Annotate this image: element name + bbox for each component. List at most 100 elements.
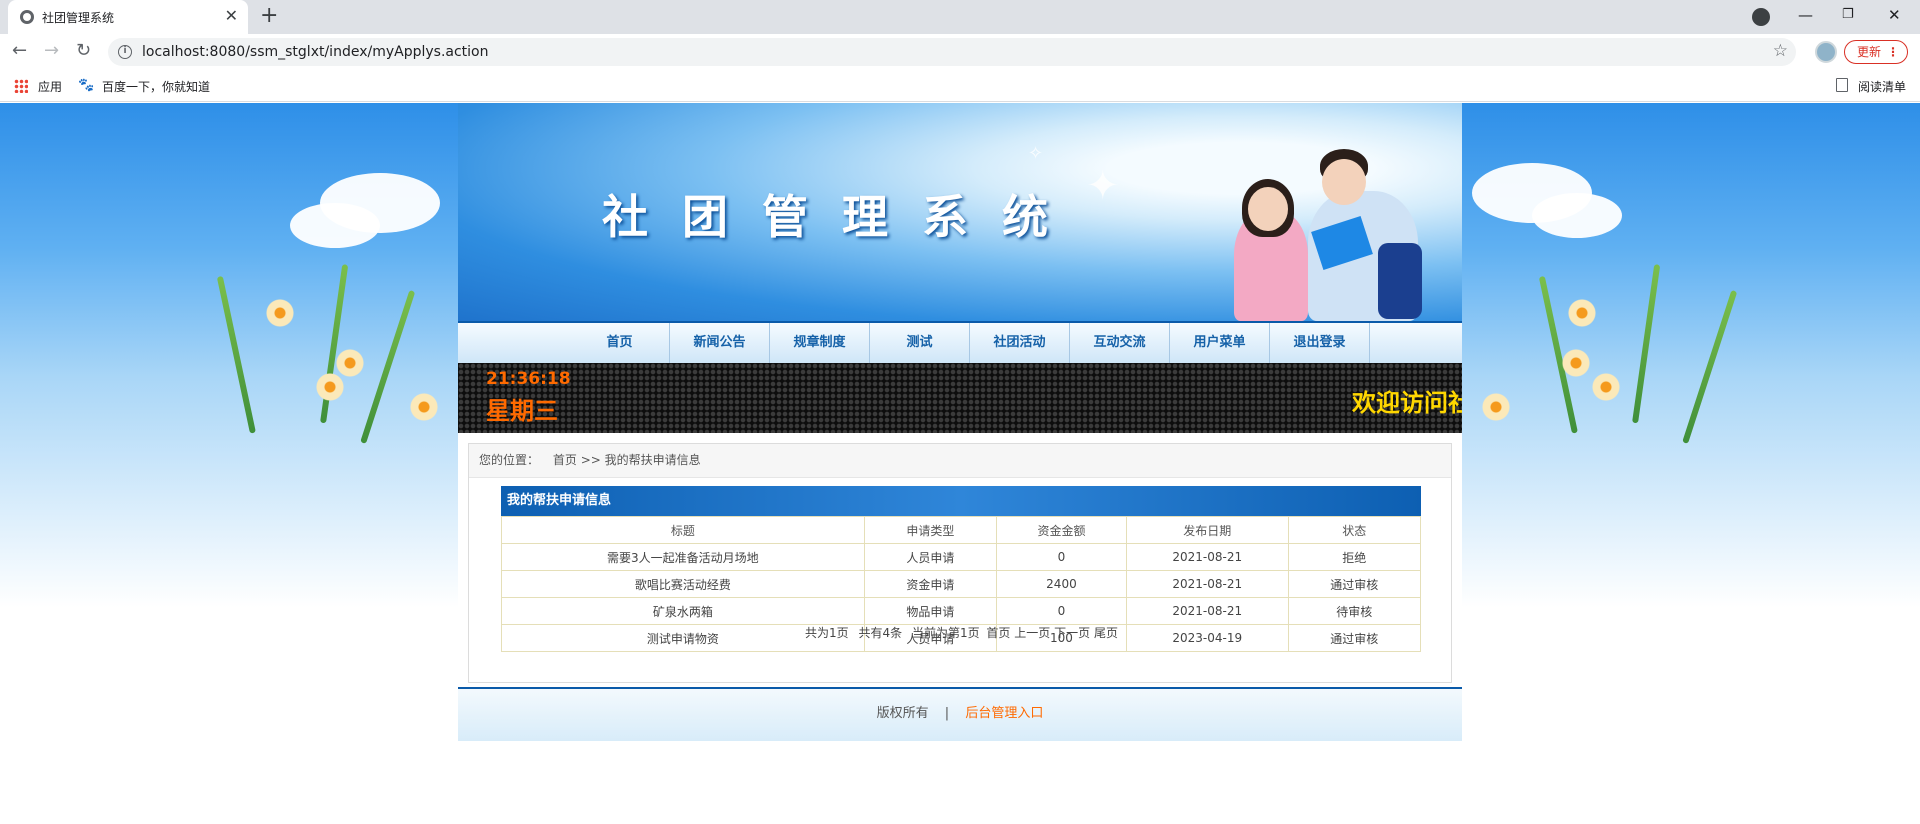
- sparkle-decoration: ✧: [1028, 143, 1044, 164]
- led-ticker: 21:36:18 星期三 欢迎访问社: [458, 363, 1462, 433]
- info-icon[interactable]: i: [118, 45, 132, 59]
- col-header-amount: 资金金额: [996, 516, 1127, 544]
- pager-total-records: 共有4条: [858, 626, 903, 640]
- close-tab-icon[interactable]: ✕: [225, 7, 238, 25]
- nav-user-menu[interactable]: 用户菜单: [1170, 323, 1270, 363]
- pager-next-link[interactable]: 下一页: [1054, 626, 1090, 640]
- bookmarks-bar: 应用 🐾 百度一下，你就知道 阅读清单: [0, 70, 1920, 102]
- col-header-date: 发布日期: [1125, 516, 1289, 544]
- update-button[interactable]: 更新 ⋮: [1844, 40, 1908, 64]
- cloud-decoration: [1532, 193, 1622, 238]
- more-menu-icon[interactable]: ⋮: [1887, 41, 1899, 63]
- table-row[interactable]: 需要3人一起准备活动月场地 人员申请 0 2021-08-21 拒绝: [501, 543, 1422, 571]
- breadcrumb-label: 您的位置：: [479, 453, 540, 467]
- pager-first-link[interactable]: 首页: [986, 626, 1010, 640]
- address-bar[interactable]: i localhost:8080/ssm_stglxt/index/myAppl…: [108, 38, 1796, 66]
- pager-prev-link[interactable]: 上一页: [1014, 626, 1050, 640]
- breadcrumb-separator: >>: [580, 453, 601, 467]
- breadcrumb-home-link[interactable]: 首页: [553, 453, 577, 467]
- sparkle-decoration: ✦: [1086, 163, 1120, 209]
- apps-grid-icon: [14, 79, 28, 93]
- site-footer: 版权所有 | 后台管理入口: [458, 687, 1462, 741]
- pagination: 共为1页 共有4条 当前为第1页 首页 上一页 下一页 尾页: [469, 624, 1451, 641]
- nav-test[interactable]: 测试: [870, 323, 970, 363]
- nav-home[interactable]: 首页: [570, 323, 670, 363]
- grass-decoration: [360, 289, 416, 444]
- forward-icon[interactable]: →: [44, 41, 59, 61]
- url-text[interactable]: localhost:8080/ssm_stglxt/index/myApplys…: [142, 44, 489, 60]
- table-header-row: 标题 申请类型 资金金额 发布日期 状态: [501, 516, 1422, 544]
- page-background: ✦ ✧ 社团管理系统 首页 新闻公告 规章制度 测试 社团活动 互动交流 用户菜…: [0, 103, 1920, 824]
- flower-decoration: [266, 299, 294, 327]
- minimize-icon[interactable]: —: [1798, 4, 1813, 26]
- reload-icon[interactable]: ↻: [76, 41, 91, 61]
- new-tab-icon[interactable]: +: [260, 5, 278, 27]
- cell-date: 2021-08-21: [1125, 597, 1289, 625]
- nav-activities[interactable]: 社团活动: [970, 323, 1070, 363]
- backpack-decoration: [1378, 243, 1422, 319]
- globe-icon: [20, 10, 34, 24]
- cell-amount: 0: [996, 597, 1127, 625]
- cell-status: 拒绝: [1287, 543, 1422, 571]
- girl-face: [1248, 187, 1288, 231]
- nav-rules[interactable]: 规章制度: [770, 323, 870, 363]
- table-row[interactable]: 歌唱比赛活动经费 资金申请 2400 2021-08-21 通过审核: [501, 570, 1422, 598]
- main-nav: 首页 新闻公告 规章制度 测试 社团活动 互动交流 用户菜单 退出登录: [458, 321, 1462, 363]
- restore-icon[interactable]: ❐: [1842, 4, 1854, 26]
- nav-interaction[interactable]: 互动交流: [1070, 323, 1170, 363]
- grass-decoration: [1682, 289, 1738, 444]
- flower-decoration: [1482, 393, 1510, 421]
- breadcrumb-current: 我的帮扶申请信息: [604, 453, 701, 467]
- bookmark-baidu[interactable]: 百度一下，你就知道: [102, 78, 210, 95]
- cell-type: 物品申请: [863, 597, 998, 625]
- avatar[interactable]: [1815, 41, 1837, 63]
- baidu-paw-icon: 🐾: [78, 78, 95, 93]
- profile-dropdown-icon[interactable]: [1752, 8, 1770, 26]
- bookmark-star-icon[interactable]: ☆: [1773, 41, 1788, 61]
- cell-status: 通过审核: [1287, 570, 1422, 598]
- browser-tab-bar: 社团管理系统 ✕ + — ❐ ✕: [0, 0, 1920, 34]
- reading-list-button[interactable]: 阅读清单: [1858, 78, 1906, 95]
- pager-current-page: 当前为第1页: [911, 626, 980, 640]
- flower-decoration: [1562, 349, 1590, 377]
- cell-amount: 0: [996, 543, 1127, 571]
- browser-tab[interactable]: 社团管理系统 ✕: [8, 0, 248, 34]
- cell-title[interactable]: 矿泉水两箱: [501, 597, 865, 625]
- breadcrumb: 您的位置： 首页 >> 我的帮扶申请信息: [469, 444, 1451, 478]
- admin-entry-link[interactable]: 后台管理入口: [965, 706, 1043, 721]
- nav-logout[interactable]: 退出登录: [1270, 323, 1370, 363]
- content-box: 您的位置： 首页 >> 我的帮扶申请信息 我的帮扶申请信息 标题 申请类型 资金…: [468, 443, 1452, 683]
- flower-decoration: [1568, 299, 1596, 327]
- cell-title[interactable]: 需要3人一起准备活动月场地: [501, 543, 865, 571]
- reading-list-icon: [1836, 78, 1848, 92]
- flower-decoration: [316, 373, 344, 401]
- copyright-text: 版权所有: [876, 706, 929, 721]
- left-scenery-decoration: [0, 103, 458, 583]
- flower-decoration: [336, 349, 364, 377]
- grass-decoration: [216, 275, 256, 434]
- close-window-icon[interactable]: ✕: [1888, 4, 1901, 26]
- bookmark-apps[interactable]: 应用: [38, 78, 62, 95]
- flower-decoration: [1592, 373, 1620, 401]
- right-scenery-decoration: [1462, 103, 1920, 583]
- cell-title[interactable]: 歌唱比赛活动经费: [501, 570, 865, 598]
- table-row[interactable]: 矿泉水两箱 物品申请 0 2021-08-21 待审核: [501, 597, 1422, 625]
- col-header-title: 标题: [501, 516, 865, 544]
- back-icon[interactable]: ←: [12, 41, 27, 61]
- nav-news[interactable]: 新闻公告: [670, 323, 770, 363]
- tab-title: 社团管理系统: [42, 11, 115, 25]
- cell-date: 2021-08-21: [1125, 543, 1289, 571]
- flower-decoration: [410, 393, 438, 421]
- clock-weekday: 星期三: [486, 397, 558, 425]
- main-content: 您的位置： 首页 >> 我的帮扶申请信息 我的帮扶申请信息 标题 申请类型 资金…: [458, 433, 1462, 687]
- footer-separator: |: [944, 706, 950, 721]
- cloud-decoration: [290, 203, 380, 248]
- pager-last-link[interactable]: 尾页: [1094, 626, 1118, 640]
- site-title: 社团管理系统: [602, 190, 1082, 244]
- welcome-marquee: 欢迎访问社: [1352, 389, 1462, 417]
- browser-toolbar: ← → ↻ i localhost:8080/ssm_stglxt/index/…: [0, 34, 1920, 70]
- panel-title: 我的帮扶申请信息: [501, 486, 1421, 516]
- grass-decoration: [1632, 264, 1661, 424]
- cell-date: 2021-08-21: [1125, 570, 1289, 598]
- cell-amount: 2400: [996, 570, 1127, 598]
